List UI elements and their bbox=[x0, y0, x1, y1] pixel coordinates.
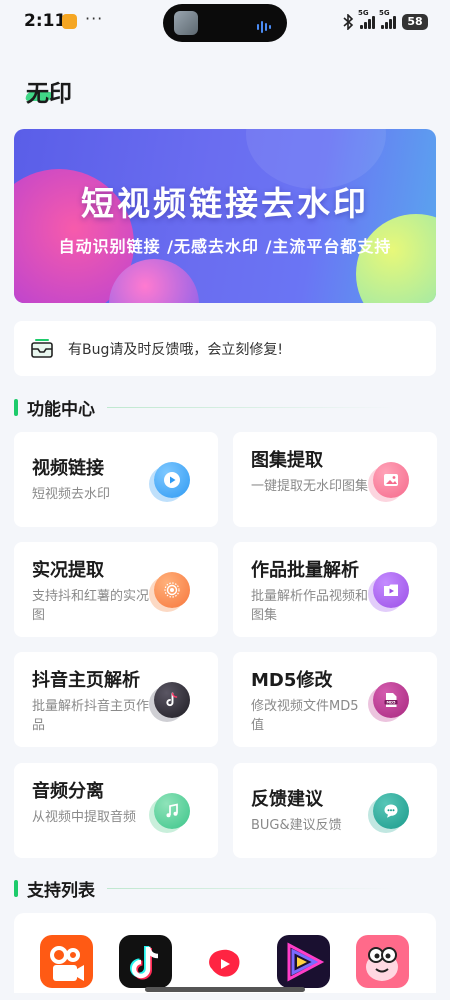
feature-title: 作品批量解析 bbox=[251, 560, 359, 581]
network-type-label: 5G bbox=[379, 9, 390, 17]
notice-bar[interactable]: 有Bug请及时反馈哦，会立刻修复! bbox=[14, 321, 436, 376]
section-title: 功能中心 bbox=[27, 399, 95, 420]
feature-card-video-link[interactable]: 视频链接 短视频去水印 bbox=[14, 432, 218, 527]
inbox-icon bbox=[31, 338, 53, 358]
feature-desc: 从视频中提取音频 bbox=[32, 810, 137, 825]
notice-text: 有Bug请及时反馈哦，会立刻修复! bbox=[68, 341, 283, 358]
support-section-header: 支持列表 bbox=[14, 876, 436, 901]
feature-title: 抖音主页解析 bbox=[32, 670, 140, 691]
cell-signal-icon: 5G bbox=[379, 9, 396, 29]
section-title: 支持列表 bbox=[27, 880, 95, 901]
network-type-label: 5G bbox=[358, 9, 369, 17]
feature-card-batch-parse[interactable]: 作品批量解析 批量解析作品视频和图集 bbox=[233, 542, 437, 637]
music-note-icon bbox=[154, 793, 190, 829]
feature-desc: 支持抖和红薯的实况图 bbox=[32, 589, 150, 623]
image-icon bbox=[373, 462, 409, 498]
feature-card-douyin-profile[interactable]: 抖音主页解析 批量解析抖音主页作品 bbox=[14, 652, 218, 747]
banner-title: 短视频链接去水印 bbox=[81, 184, 369, 223]
section-divider bbox=[107, 406, 395, 408]
feature-title: 图集提取 bbox=[251, 450, 323, 471]
play-icon bbox=[154, 462, 190, 498]
video-folder-icon bbox=[373, 572, 409, 608]
feature-card-audio-separate[interactable]: 音频分离 从视频中提取音频 bbox=[14, 763, 218, 858]
banner-subtitle: 自动识别链接 /无感去水印 /主流平台都支持 bbox=[58, 237, 392, 256]
support-platform-list bbox=[14, 913, 436, 993]
feature-desc: 修改视频文件MD5值 bbox=[251, 699, 359, 733]
xiaohongshu-logo-icon[interactable] bbox=[198, 935, 251, 988]
feature-card-live-photo[interactable]: 实况提取 支持抖和红薯的实况图 bbox=[14, 542, 218, 637]
feature-desc: 批量解析抖音主页作品 bbox=[32, 699, 150, 733]
bluetooth-icon bbox=[343, 14, 354, 30]
status-bar: 2:11 ··· 5G 5G 58 bbox=[0, 0, 450, 44]
promo-banner[interactable]: 短视频链接去水印 自动识别链接 /无感去水印 /主流平台都支持 bbox=[14, 129, 436, 303]
feature-desc: 短视频去水印 bbox=[32, 487, 111, 502]
feature-desc: BUG&建议反馈 bbox=[251, 818, 342, 833]
feature-card-md5[interactable]: MD5修改 修改视频文件MD5值 MD5 bbox=[233, 652, 437, 747]
features-section-header: 功能中心 bbox=[14, 395, 436, 420]
section-divider bbox=[107, 887, 395, 889]
feature-title: 实况提取 bbox=[32, 560, 104, 581]
feature-title: 反馈建议 bbox=[251, 789, 323, 810]
notification-app-icon bbox=[62, 14, 77, 29]
section-accent-bar bbox=[14, 398, 18, 416]
feature-card-feedback[interactable]: 反馈建议 BUG&建议反馈 bbox=[233, 763, 437, 858]
feature-title: MD5修改 bbox=[251, 670, 333, 691]
app-title: 无印 bbox=[26, 81, 72, 107]
dynamic-island[interactable] bbox=[163, 4, 287, 42]
banner-decoration bbox=[356, 214, 436, 303]
video-app-logo-icon[interactable] bbox=[277, 935, 330, 988]
feature-card-image-extract[interactable]: 图集提取 一键提取无水印图集 bbox=[233, 432, 437, 527]
audio-wave-icon bbox=[257, 16, 273, 33]
battery-indicator: 58 bbox=[402, 14, 428, 30]
svg-text:MD5: MD5 bbox=[386, 701, 396, 705]
kuaishou-logo-icon[interactable] bbox=[40, 935, 93, 988]
chat-bubble-icon bbox=[373, 793, 409, 829]
home-indicator[interactable] bbox=[145, 987, 305, 992]
more-notifications-icon: ··· bbox=[85, 9, 104, 28]
feature-title: 视频链接 bbox=[32, 458, 104, 479]
section-accent-bar bbox=[14, 879, 18, 897]
pipixia-logo-icon[interactable] bbox=[356, 935, 409, 988]
live-photo-icon bbox=[154, 572, 190, 608]
douyin-logo-icon[interactable] bbox=[119, 935, 172, 988]
media-thumbnail bbox=[174, 11, 198, 35]
status-time: 2:11 bbox=[24, 11, 67, 31]
md5-file-icon: MD5 bbox=[373, 682, 409, 718]
feature-title: 音频分离 bbox=[32, 781, 104, 802]
feature-desc: 批量解析作品视频和图集 bbox=[251, 589, 369, 623]
cell-signal-icon: 5G bbox=[358, 9, 375, 29]
tiktok-icon bbox=[154, 682, 190, 718]
feature-desc: 一键提取无水印图集 bbox=[251, 479, 369, 494]
